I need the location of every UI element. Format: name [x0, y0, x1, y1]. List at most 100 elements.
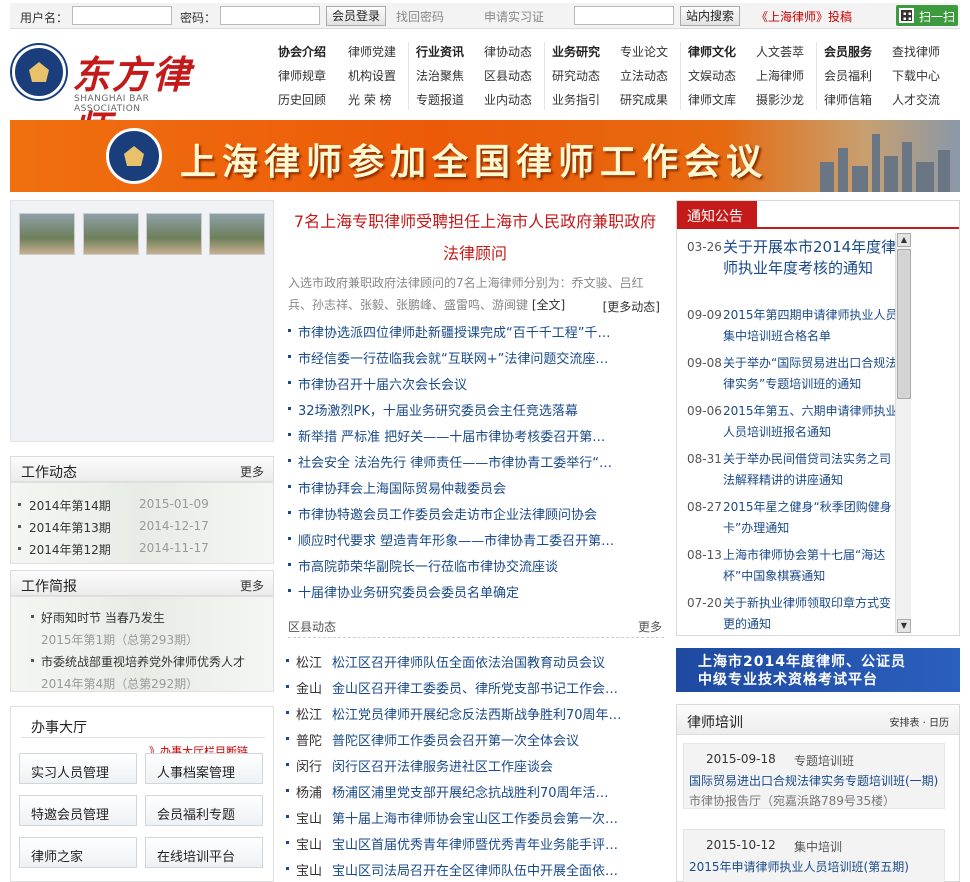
list-item[interactable]: 市委统战部重视培养党外律师优秀人才 [30, 653, 245, 670]
district-news-item[interactable]: 宝山 宝山区司法局召开在全区律师队伍中开展全面依… [286, 860, 660, 879]
news-item[interactable]: 32场激烈PK，十届业务研究委员会主任竞选落幕 [286, 400, 656, 419]
nav-item[interactable]: 会员福利 [824, 68, 892, 84]
district-news-item[interactable]: 普陀 普陀区律师工作委员会召开第一次全体会议 [286, 730, 660, 749]
news-item[interactable]: 市律协召开十届六次会长会议 [286, 374, 656, 393]
news-item[interactable]: 市高院茆荣华副院长一行莅临市律协交流座谈 [286, 556, 656, 575]
site-search-button[interactable]: 站内搜索 [680, 6, 741, 26]
headline-title[interactable]: 7名上海专职律师受聘担任上海市人民政府兼职政府法律顾问 [286, 206, 664, 270]
nav-item[interactable]: 会员服务 [824, 44, 892, 60]
service-button[interactable]: 特邀会员管理 [19, 795, 137, 826]
service-button[interactable]: 会员福利专题 [145, 795, 263, 826]
banner[interactable]: 上海律师参加全国律师工作会议 [10, 120, 960, 192]
district-news-item[interactable]: 宝山 宝山区首届优秀青年律师暨优秀青年业务能手评… [286, 834, 660, 853]
exam-platform-banner[interactable]: 上海市2014年度律师、公证员 中级专业技术资格考试平台 [676, 648, 960, 692]
service-button[interactable]: 在线培训平台 [145, 837, 263, 868]
training-link[interactable]: 2015年申请律师执业人员培训班(第五期) [689, 858, 909, 875]
nav-item[interactable]: 人才交流 [892, 92, 960, 108]
district-news-item[interactable]: 金山 金山区召开律工委委员、律所党支部书记工作会… [286, 678, 660, 697]
nav-item[interactable]: 历史回顾 [278, 92, 346, 108]
training-card[interactable]: 2015-09-18 专题培训班 国际贸易进出口合规法律实务专题培训班(一期) … [683, 743, 945, 809]
nav-item[interactable]: 业务指引 [552, 92, 620, 108]
notice-link[interactable]: 关于新执业律师领取印章方式变更的通知 [723, 593, 901, 635]
nav-item[interactable]: 查找律师 [892, 44, 960, 60]
news-item[interactable]: 市律协特邀会员工作委员会走访市企业法律顾问协会 [286, 504, 656, 523]
news-item[interactable]: 市经信委一行莅临我会就“互联网+”法律问题交流座… [286, 348, 656, 367]
apply-certificate-link[interactable]: 申请实习证 [484, 8, 544, 25]
notice-link[interactable]: 2015年第四期申请律师执业人员集中培训班合格名单 [723, 305, 901, 347]
nav-item[interactable]: 摄影沙龙 [756, 92, 824, 108]
nav-item[interactable]: 专题报道 [416, 92, 484, 108]
more-news-link[interactable]: [更多动态] [603, 296, 660, 318]
nav-item[interactable]: 立法动态 [620, 68, 688, 84]
news-item[interactable]: 市律协选派四位律师赴新疆授课完成“百千千工程”千… [286, 322, 656, 341]
district-news-item[interactable]: 松江 松江区召开律师队伍全面依法治国教育动员会议 [286, 652, 660, 671]
list-item[interactable]: 2014年第12期 [18, 541, 111, 558]
district-news-item[interactable]: 宝山 第十届上海市律师协会宝山区工作委员会第一次… [286, 808, 660, 827]
nav-item[interactable]: 文娱动态 [688, 68, 756, 84]
nav-item[interactable]: 法治聚焦 [416, 68, 484, 84]
nav-item[interactable]: 律协动态 [484, 44, 552, 60]
gallery-photo[interactable] [209, 213, 265, 255]
notice-link[interactable]: 关于举办民间借贷司法实务之司法解释精讲的讲座通知 [723, 449, 901, 491]
nav-item[interactable]: 业内动态 [484, 92, 552, 108]
nav-item[interactable]: 律师文化 [688, 44, 756, 60]
nav-item[interactable]: 行业资讯 [416, 44, 484, 60]
username-input[interactable] [72, 6, 172, 25]
nav-item[interactable]: 律师党建 [348, 44, 416, 60]
notice-link[interactable]: 上海市律师协会第十七届“海达杯”中国象棋赛通知 [723, 545, 901, 587]
login-button[interactable]: 会员登录 [326, 6, 387, 26]
nav-item[interactable]: 业务研究 [552, 44, 620, 60]
nav-item[interactable]: 专业论文 [620, 44, 688, 60]
gallery-photo[interactable] [146, 213, 202, 255]
notice-link[interactable]: 关于举办“国际贸易进出口合规法律实务”专题培训班的通知 [723, 353, 901, 395]
news-item[interactable]: 新举措 严标准 把好关——十届市律协考核委召开第… [286, 426, 656, 445]
nav-item[interactable]: 光 荣 榜 [348, 92, 416, 108]
notice-link[interactable]: 关于开展本市2014年度律师执业年度考核的通知 [723, 237, 901, 279]
news-item[interactable]: 社会安全 法治先行 律师责任——市律协青工委举行“… [286, 452, 656, 471]
district-news-item[interactable]: 杨浦 杨浦区浦里党支部开展纪念抗战胜利70周年活… [286, 782, 660, 801]
site-search-input[interactable] [574, 6, 674, 25]
news-item[interactable]: 市律协拜会上海国际贸易仲裁委员会 [286, 478, 656, 497]
list-item[interactable]: 2014年第14期 [18, 497, 111, 514]
nav-item[interactable]: 研究成果 [620, 92, 688, 108]
nav-item[interactable]: 区县动态 [484, 68, 552, 84]
district-news-item[interactable]: 闵行 闵行区召开法律服务进社区工作座谈会 [286, 756, 660, 775]
news-item[interactable]: 十届律协业务研究委员会委员名单确定 [286, 582, 656, 601]
nav-item[interactable]: 律师信箱 [824, 92, 892, 108]
training-link[interactable]: 国际贸易进出口合规法律实务专题培训班(一期) [689, 772, 938, 789]
site-logo[interactable]: 东方律师 SHANGHAI BAR ASSOCIATION [10, 38, 210, 152]
nav-item[interactable]: 研究动态 [552, 68, 620, 84]
notice-link[interactable]: 2015年第五、六期申请律师执业人员培训班报名通知 [723, 401, 901, 443]
list-item[interactable]: 好雨知时节 当春乃发生 [31, 609, 165, 626]
service-button[interactable]: 人事档案管理 [145, 753, 263, 784]
nav-item[interactable]: 上海律师 [756, 68, 824, 84]
scroll-up-icon[interactable]: ▲ [897, 233, 911, 247]
scroll-thumb[interactable] [897, 249, 911, 399]
nav-item[interactable]: 机构设置 [348, 68, 416, 84]
notice-scrollbar[interactable]: ▲ ▼ [895, 233, 911, 633]
district-news-more-link[interactable]: 更多 [638, 618, 662, 635]
full-text-link[interactable]: [全文] [532, 298, 565, 312]
scan-button[interactable]: 扫一扫 [896, 5, 958, 26]
nav-item[interactable]: 协会介绍 [278, 44, 346, 60]
news-item[interactable]: 顺应时代要求 塑造青年形象——市律协青工委召开第… [286, 530, 656, 549]
forgot-password-link[interactable]: 找回密码 [396, 8, 444, 25]
gallery-photo[interactable] [83, 213, 139, 255]
submit-article-link[interactable]: 《上海律师》投稿 [756, 8, 852, 25]
training-card[interactable]: 2015-10-12 集中培训 2015年申请律师执业人员培训班(第五期) [683, 829, 945, 882]
nav-item[interactable]: 下载中心 [892, 68, 960, 84]
gallery-photo[interactable] [19, 213, 75, 255]
nav-item[interactable]: 人文荟萃 [756, 44, 824, 60]
password-input[interactable] [220, 6, 320, 25]
scroll-down-icon[interactable]: ▼ [897, 619, 911, 633]
nav-item[interactable]: 律师规章 [278, 68, 346, 84]
nav-item[interactable]: 律师文库 [688, 92, 756, 108]
work-news-more-link[interactable]: 更多 [240, 463, 264, 480]
work-brief-more-link[interactable]: 更多 [240, 577, 264, 594]
notice-link[interactable]: 2015年星之健身“秋季团购健身卡”办理通知 [723, 497, 901, 539]
service-button[interactable]: 律师之家 [19, 837, 137, 868]
training-schedule-link[interactable]: 安排表 · 日历 [889, 714, 949, 729]
service-button[interactable]: 实习人员管理 [19, 753, 137, 784]
list-item[interactable]: 2014年第13期 [18, 519, 111, 536]
district-news-item[interactable]: 松江 松江党员律师开展纪念反法西斯战争胜利70周年… [286, 704, 660, 723]
